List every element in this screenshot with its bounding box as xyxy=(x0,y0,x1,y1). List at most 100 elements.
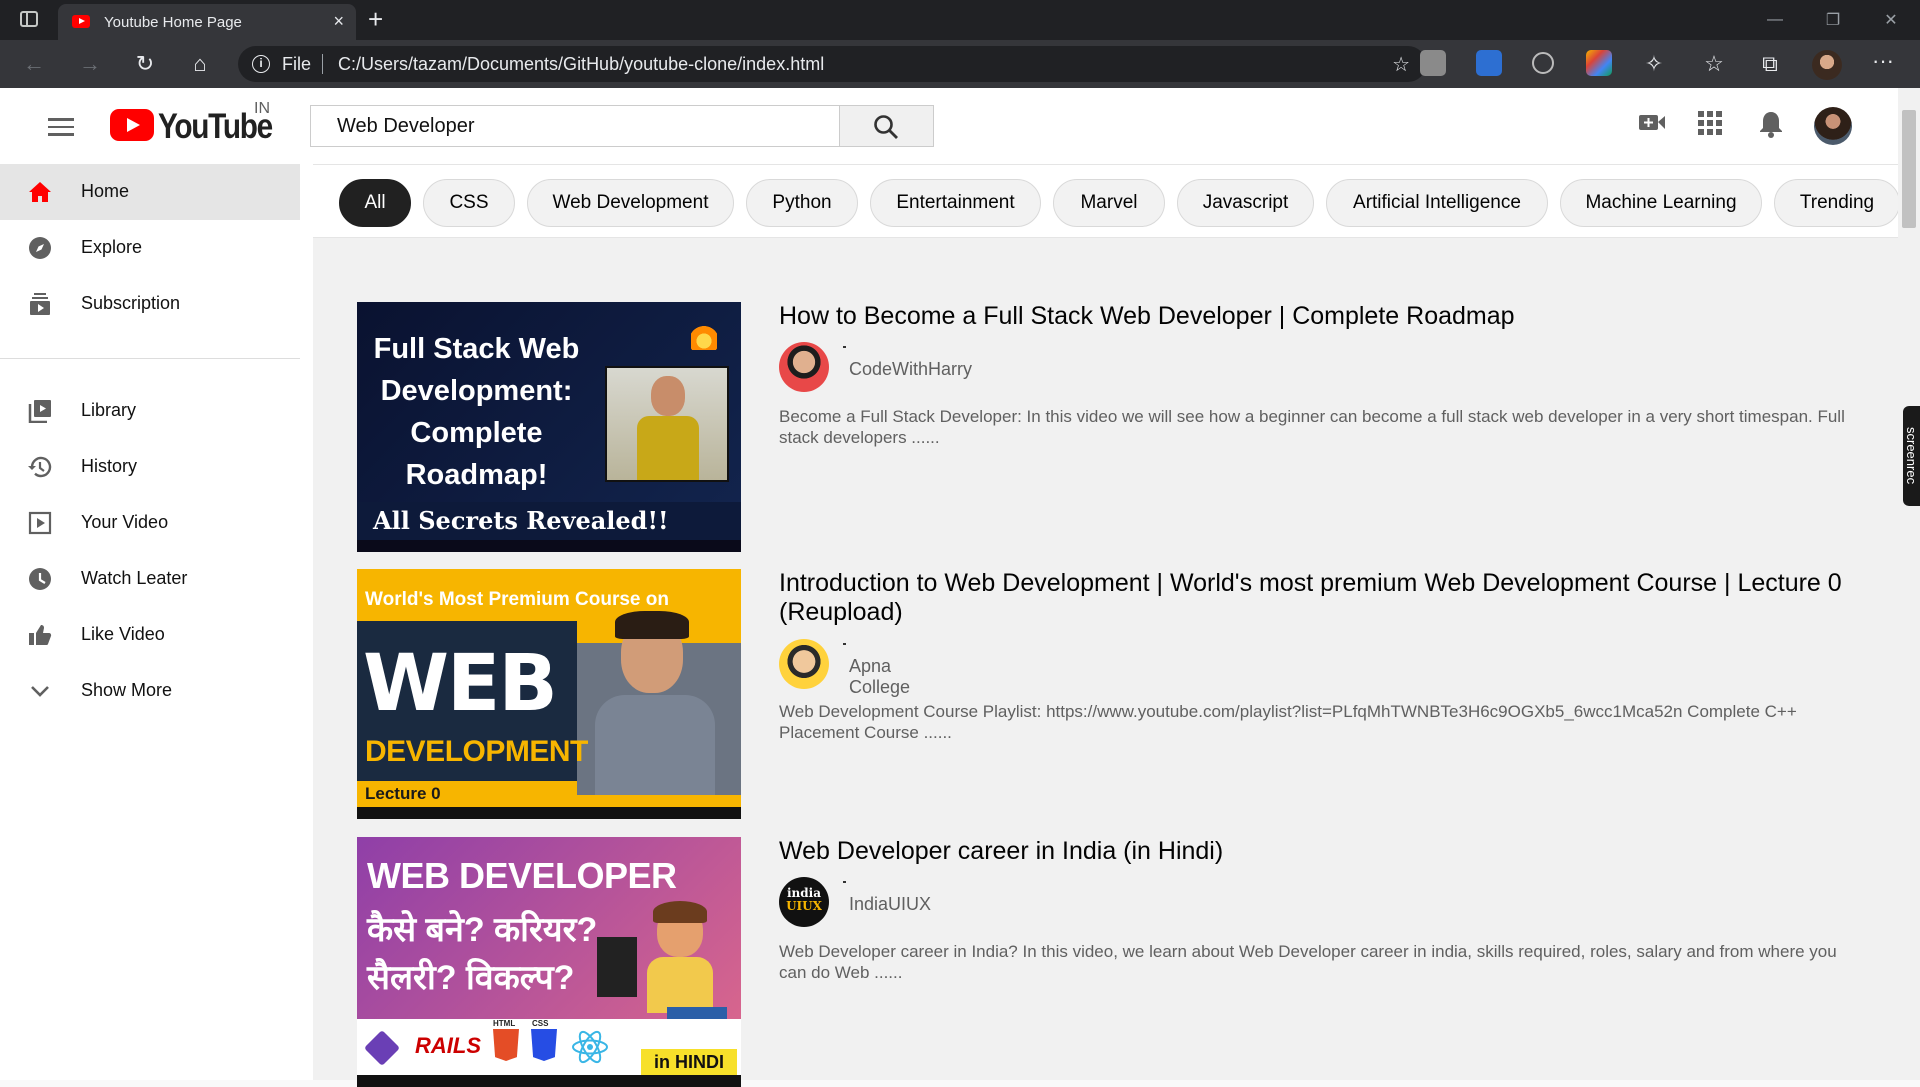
add-favorite-icon[interactable]: ☆ xyxy=(1392,52,1410,77)
chip-web-development[interactable]: Web Development xyxy=(527,179,734,227)
hamburger-menu-icon[interactable] xyxy=(48,118,74,136)
sidebar-item-home[interactable]: Home xyxy=(0,164,300,220)
sidebar-item-label: Home xyxy=(81,181,130,201)
sidebar-item-library[interactable]: Library xyxy=(0,383,300,439)
css3-icon xyxy=(531,1029,557,1061)
video-description: Web Developer career in India? In this v… xyxy=(779,942,1837,982)
thumb-lecture-label: Lecture 0 xyxy=(357,781,577,807)
youtube-play-logo-icon xyxy=(110,109,154,141)
search-input[interactable] xyxy=(311,106,839,146)
forward-icon[interactable]: → xyxy=(76,50,104,78)
chip-trending[interactable]: Trending xyxy=(1774,179,1900,227)
reload-icon[interactable]: ↻ xyxy=(131,50,159,78)
browser-tab[interactable]: Youtube Home Page × xyxy=(58,4,356,40)
tab-title: Youtube Home Page xyxy=(104,14,242,31)
thumb-big-text: WEB xyxy=(363,639,558,729)
extension-4-icon[interactable] xyxy=(1586,50,1612,76)
chip-machine-learning[interactable]: Machine Learning xyxy=(1560,179,1762,227)
user-avatar[interactable] xyxy=(1814,107,1852,145)
yt-header: YouTube IN xyxy=(0,88,1898,164)
chevron-down-icon xyxy=(31,686,49,697)
video-description: Web Development Course Playlist: https:/… xyxy=(779,702,1797,742)
maximize-button[interactable]: ❐ xyxy=(1804,0,1862,40)
sidebar-item-subscription[interactable]: Subscription xyxy=(0,276,300,332)
address-separator xyxy=(322,54,323,74)
sidebar-item-label: Like Video xyxy=(81,624,165,644)
browser-profile-avatar[interactable] xyxy=(1812,50,1842,80)
fire-icon xyxy=(691,320,717,350)
thumb-line: Full Stack Web xyxy=(373,333,580,365)
sidebar-item-like-video[interactable]: Like Video xyxy=(0,607,300,663)
channel-dot xyxy=(843,881,846,883)
extension-2-icon[interactable] xyxy=(1476,50,1502,76)
css-label: CSS xyxy=(532,1019,549,1028)
thumb-line: Development: xyxy=(380,375,573,407)
channel-name[interactable]: IndiaUIUX xyxy=(849,894,931,915)
channel-avatar[interactable] xyxy=(779,342,829,392)
scrollbar-thumb[interactable] xyxy=(1902,110,1916,228)
video-title[interactable]: Introduction to Web Development | World'… xyxy=(779,569,1869,627)
channel-logo-bottom: UIUX xyxy=(786,899,822,913)
sidebar-item-your-video[interactable]: Your Video xyxy=(0,495,300,551)
video-thumbnail[interactable]: World's Most Premium Course on WEB DEVEL… xyxy=(357,569,741,819)
tab-bar: Youtube Home Page × + — ❐ ✕ xyxy=(0,0,1920,40)
thumb-presenter-image xyxy=(577,605,741,795)
extension-1-icon[interactable] xyxy=(1420,50,1446,76)
sidebar-item-explore[interactable]: Explore xyxy=(0,220,300,276)
address-bar[interactable]: i File C:/Users/tazam/Documents/GitHub/y… xyxy=(238,46,1426,82)
page-scrollbar[interactable] xyxy=(1898,88,1920,1080)
extension-3-icon[interactable] xyxy=(1532,52,1554,74)
history-icon xyxy=(28,456,52,478)
collections-icon[interactable]: ⧉ xyxy=(1756,50,1784,78)
address-url[interactable]: C:/Users/tazam/Documents/GitHub/youtube-… xyxy=(338,54,824,75)
window-controls: — ❐ ✕ xyxy=(1746,0,1920,40)
video-thumbnail[interactable]: Full Stack Web Development: Complete Roa… xyxy=(357,302,741,552)
thumb-banner: All Secrets Revealed!! xyxy=(357,502,741,540)
channel-avatar[interactable] xyxy=(779,639,829,689)
notifications-bell-icon[interactable] xyxy=(1759,110,1783,138)
extensions-icon[interactable]: ✧ xyxy=(1640,50,1668,78)
channel-avatar[interactable]: india UIUX xyxy=(779,877,829,927)
sidebar-item-show-more[interactable]: Show More xyxy=(0,663,300,719)
main-content: All CSS Web Development Python Entertain… xyxy=(313,164,1900,1087)
home-browser-icon[interactable]: ⌂ xyxy=(186,50,214,78)
html-label: HTML xyxy=(493,1019,516,1028)
thumb-sub-text: DEVELOPMENT xyxy=(365,735,588,768)
back-icon[interactable]: ← xyxy=(20,50,48,78)
video-title[interactable]: How to Become a Full Stack Web Developer… xyxy=(779,302,1869,331)
chip-marvel[interactable]: Marvel xyxy=(1053,179,1165,227)
favorites-icon[interactable]: ☆ xyxy=(1700,50,1728,78)
sidebar-item-label: Subscription xyxy=(81,293,181,313)
info-icon[interactable]: i xyxy=(252,55,270,73)
chip-entertainment[interactable]: Entertainment xyxy=(870,179,1041,227)
sidebar: Home Explore Subscription Library Histor… xyxy=(0,164,300,1080)
tab-actions-icon[interactable] xyxy=(20,11,38,27)
play-icon xyxy=(28,511,52,535)
thumb-presenter-image xyxy=(605,366,729,482)
react-icon xyxy=(572,1030,608,1064)
sidebar-item-watch-later[interactable]: Watch Leater xyxy=(0,551,300,607)
sidebar-item-history[interactable]: History xyxy=(0,439,300,495)
screenrec-overlay[interactable]: screenrec xyxy=(1903,406,1920,506)
new-tab-button[interactable]: + xyxy=(368,4,383,35)
video-title[interactable]: Web Developer career in India (in Hindi) xyxy=(779,837,1869,866)
create-video-icon[interactable] xyxy=(1638,110,1666,134)
chip-artificial-intelligence[interactable]: Artificial Intelligence xyxy=(1326,179,1548,227)
sidebar-item-label: Explore xyxy=(81,237,143,257)
browser-menu-icon[interactable]: ··· xyxy=(1872,48,1894,74)
chip-python[interactable]: Python xyxy=(746,179,858,227)
chip-css[interactable]: CSS xyxy=(423,179,515,227)
thumb-bottom-strip xyxy=(357,540,741,552)
filter-chips-bar: All CSS Web Development Python Entertain… xyxy=(313,164,1900,238)
video-thumbnail[interactable]: WEB DEVELOPER कैसे बने? करियर? सैलरी? वि… xyxy=(357,837,741,1087)
chip-all[interactable]: All xyxy=(339,179,411,227)
channel-name[interactable]: CodeWithHarry xyxy=(849,359,972,380)
close-window-button[interactable]: ✕ xyxy=(1862,0,1920,40)
search-button[interactable] xyxy=(840,105,934,147)
close-tab-icon[interactable]: × xyxy=(333,11,344,32)
apps-grid-icon[interactable] xyxy=(1697,110,1723,136)
chip-javascript[interactable]: Javascript xyxy=(1177,179,1314,227)
clock-icon xyxy=(29,568,51,590)
minimize-button[interactable]: — xyxy=(1746,0,1804,40)
channel-name[interactable]: Apna College xyxy=(849,656,910,698)
